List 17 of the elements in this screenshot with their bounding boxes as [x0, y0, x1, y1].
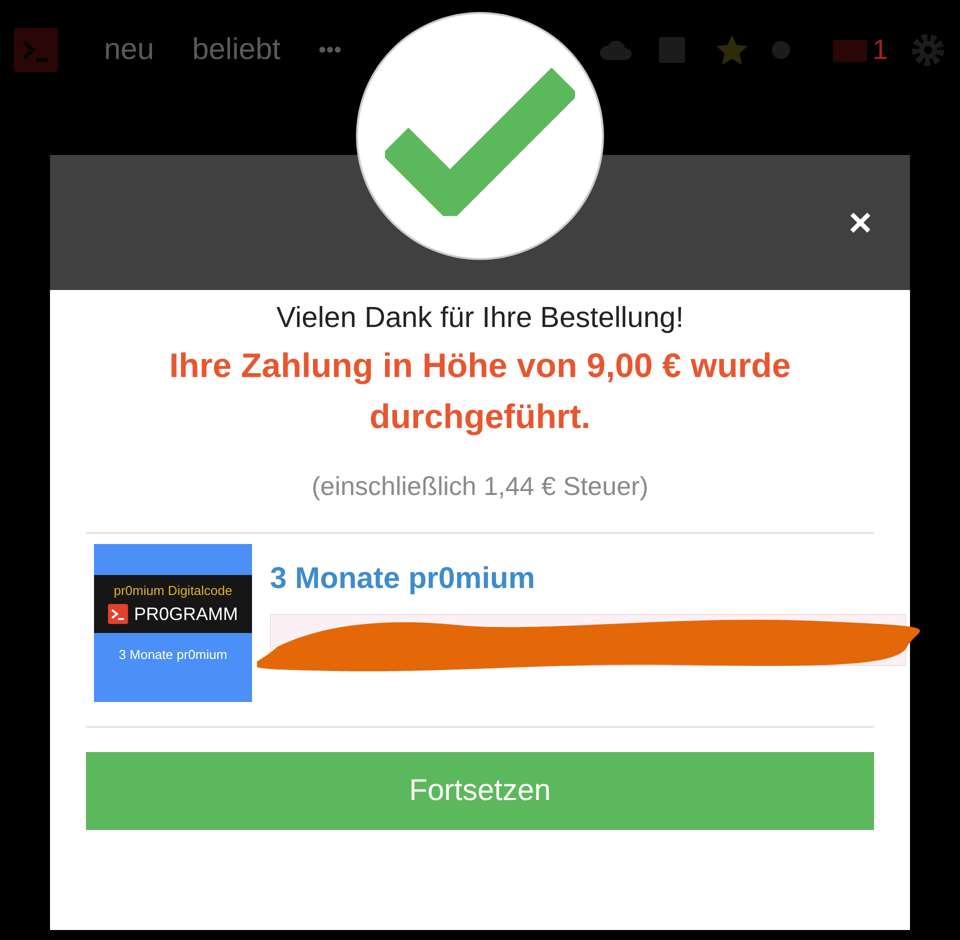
brand-name: PR0GRAMM	[134, 604, 238, 624]
tax-note: (einschließlich 1,44 € Steuer)	[312, 471, 648, 502]
logo-icon[interactable]	[14, 28, 58, 72]
mail-count: 1	[872, 34, 888, 66]
payment-message: Ihre Zahlung in Höhe von 9,00 € wurde durchgeführt.	[168, 346, 792, 438]
dot-icon	[772, 41, 790, 59]
image-caption: pr0mium Digitalcode	[114, 582, 232, 598]
image-caption: 3 Monate pr0mium	[118, 646, 228, 662]
close-button[interactable]: ×	[848, 202, 872, 242]
continue-button[interactable]: Fortsetzen	[86, 752, 874, 830]
more-menu[interactable]: •••	[318, 37, 342, 63]
product-title: 3 Monate pr0mium	[270, 562, 536, 596]
thanks-message: Vielen Dank für Ihre Bestellung!	[276, 302, 684, 335]
nav-link[interactable]: beliebt	[192, 33, 280, 67]
settings-icon[interactable]	[910, 32, 946, 68]
nav-link[interactable]: neu	[104, 33, 154, 67]
terminal-icon	[108, 604, 128, 624]
